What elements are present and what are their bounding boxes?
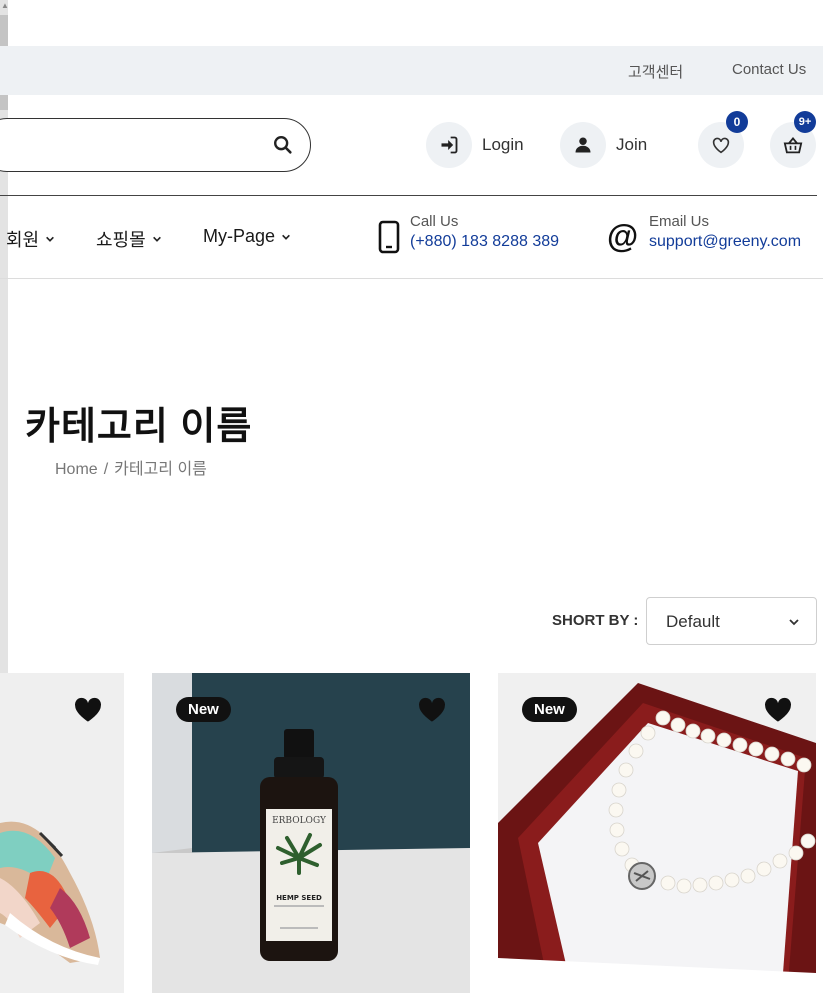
header-divider: [0, 195, 817, 196]
wishlist-heart-icon[interactable]: [418, 697, 446, 723]
product-image-sneaker[interactable]: [0, 673, 124, 993]
chevron-down-icon: [789, 619, 799, 626]
sort-selected-value: Default: [666, 612, 720, 631]
contact-us-link[interactable]: Contact Us: [732, 61, 806, 78]
breadcrumb-separator: /: [103, 461, 109, 478]
new-badge: New: [176, 697, 231, 722]
wishlist-heart-icon[interactable]: [74, 697, 102, 723]
nav-item-label: 쇼핑몰: [96, 230, 146, 250]
email-us-address: support@greeny.com: [649, 233, 802, 250]
bottle-brand-text: ERBOLOGY: [272, 816, 327, 826]
product-card[interactable]: ERBOLOGY HEMP SEED New: [152, 673, 470, 993]
call-us-title: Call Us: [410, 213, 459, 230]
nav-item-label: My-Page: [203, 226, 276, 246]
bottle-product-text: HEMP SEED: [276, 894, 322, 902]
top-utility-bar: 고객센터 Contact Us: [0, 46, 823, 95]
nav-item-label: 회원: [6, 230, 40, 250]
join-label: Join: [616, 135, 648, 154]
breadcrumb: Home / 카테고리 이름: [55, 455, 207, 479]
call-us-block[interactable]: Call Us (+880) 183 8288 389: [410, 213, 559, 253]
page-title: 카테고리 이름: [25, 406, 253, 448]
sort-label: SHORT BY :: [552, 612, 639, 629]
search-bar[interactable]: [0, 118, 311, 172]
search-icon[interactable]: [272, 134, 294, 156]
nav-item-member[interactable]: 회원: [6, 226, 55, 252]
wishlist-heart-icon[interactable]: [764, 697, 792, 723]
cart-count-badge: 9+: [794, 111, 816, 133]
email-us-block[interactable]: Email Us support@greeny.com: [649, 213, 801, 253]
new-badge: New: [522, 697, 577, 722]
breadcrumb-current: 카테고리 이름: [114, 461, 207, 478]
user-icon: [575, 137, 591, 153]
nav-item-mypage[interactable]: My-Page: [203, 226, 291, 247]
at-sign-icon: @: [607, 218, 639, 254]
vertical-scrollbar[interactable]: ▲: [0, 0, 9, 780]
chevron-down-icon: [282, 234, 290, 240]
basket-icon: [783, 137, 803, 154]
scroll-up-arrow-icon[interactable]: ▲: [1, 2, 9, 10]
product-card[interactable]: New: [498, 673, 816, 993]
sign-in-icon: [441, 136, 458, 154]
breadcrumb-home[interactable]: Home: [55, 461, 98, 478]
login-label: Login: [482, 135, 524, 154]
customer-center-link[interactable]: 고객센터: [628, 61, 683, 82]
join-button[interactable]: Join: [560, 121, 647, 169]
chevron-down-icon: [152, 236, 161, 242]
chevron-down-icon: [46, 236, 55, 242]
login-button[interactable]: Login: [426, 121, 524, 169]
sort-select[interactable]: Default: [646, 597, 817, 645]
login-icon-circle: [426, 122, 472, 168]
join-icon-circle: [560, 122, 606, 168]
nav-item-shop[interactable]: 쇼핑몰: [96, 226, 162, 252]
phone-icon: [378, 220, 400, 254]
wishlist-count-badge: 0: [726, 111, 748, 133]
email-us-title: Email Us: [649, 213, 710, 230]
product-card[interactable]: [0, 673, 124, 993]
call-us-number: (+880) 183 8288 389: [410, 233, 560, 250]
heart-outline-icon: [712, 137, 730, 154]
nav-divider: [0, 278, 823, 279]
